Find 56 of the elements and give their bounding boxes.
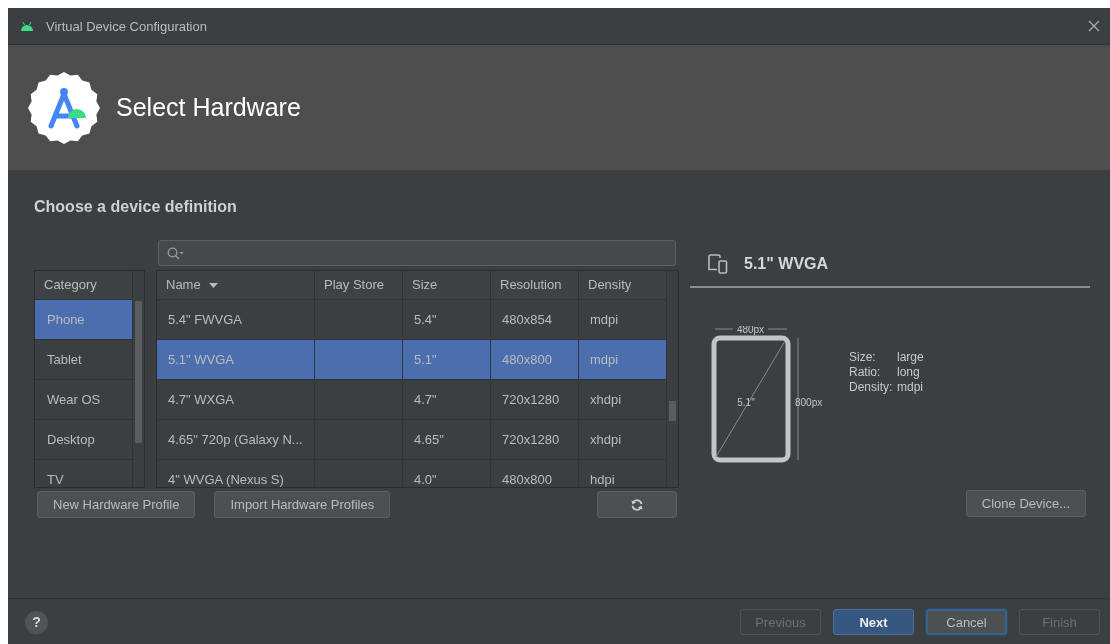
table-cell: 480x854 xyxy=(502,312,552,327)
refresh-button[interactable] xyxy=(597,491,677,518)
table-cell: xhdpi xyxy=(590,432,622,447)
spec-label: Size: xyxy=(849,350,877,364)
column-header[interactable]: Resolution xyxy=(491,271,579,299)
table-cell: 5.1" xyxy=(414,352,437,367)
table-cell: xhdpi xyxy=(590,392,622,407)
wizard-button[interactable]: Next xyxy=(833,609,914,635)
table-cell: 5.4" FWVGA xyxy=(168,312,242,327)
table-cell: 4.7" WXGA xyxy=(168,392,235,407)
refresh-icon xyxy=(631,498,643,511)
table-cell: hdpi xyxy=(590,472,615,487)
height-label: 800px xyxy=(795,397,823,408)
section-title: Choose a device definition xyxy=(34,198,238,217)
import-profiles-button[interactable]: Import Hardware Profiles xyxy=(214,491,391,518)
page-title: Select Hardware xyxy=(116,93,301,122)
search-field[interactable] xyxy=(158,240,676,266)
device-row[interactable]: 4.65" 720p (Galaxy N... 4.65" 720x1280 xhdpi xyxy=(157,420,667,460)
table-cell: 4.7" xyxy=(414,392,437,407)
table-cell: 480x800 xyxy=(502,472,552,487)
clone-device-button[interactable]: Clone Device... xyxy=(965,490,1086,517)
scrollbar-thumb[interactable] xyxy=(669,401,676,421)
table-cell: 5.1" WVGA xyxy=(168,352,235,367)
help-button[interactable]: ? xyxy=(25,610,48,634)
table-cell: 720x1280 xyxy=(502,392,560,407)
device-row[interactable]: 4.7" WXGA 4.7" 720x1280 xhdpi xyxy=(157,380,667,420)
sort-caret-icon xyxy=(208,282,218,288)
table-cell: 4.0" xyxy=(414,472,437,487)
search-icon xyxy=(167,246,184,260)
spec-label: Ratio: xyxy=(849,365,882,379)
spec-value: mdpi xyxy=(897,380,924,394)
diagonal-label: 5.1" xyxy=(737,397,755,408)
scrollbar-thumb[interactable] xyxy=(135,301,142,443)
spec-value: large xyxy=(897,350,924,364)
devices-icon xyxy=(708,254,728,274)
table-cell: mdpi xyxy=(590,312,619,327)
table-cell: 720x1280 xyxy=(502,432,560,447)
device-title: 5.1" WVGA xyxy=(744,255,829,273)
table-cell: 5.4" xyxy=(414,312,437,327)
spec-value: long xyxy=(897,365,921,379)
table-cell: 4.65" xyxy=(414,432,444,447)
table-cell: 4" WVGA (Nexus S) xyxy=(168,472,284,487)
android-head-icon xyxy=(20,21,34,31)
width-label: 480px xyxy=(736,326,765,335)
new-profile-button[interactable]: New Hardware Profile xyxy=(37,491,196,518)
column-header[interactable]: Play Store xyxy=(315,271,403,299)
app-logo-icon xyxy=(28,71,100,144)
table-cell: mdpi xyxy=(590,352,619,367)
column-header[interactable]: Name xyxy=(157,271,315,299)
close-icon[interactable] xyxy=(1088,20,1100,32)
table-cell: 480x800 xyxy=(502,352,552,367)
wizard-button[interactable]: Cancel xyxy=(926,609,1007,635)
window-title: Virtual Device Configuration xyxy=(46,18,208,34)
table-cell: 4.65" 720p (Galaxy N... xyxy=(168,432,303,447)
spec-label: Density: xyxy=(849,380,893,394)
column-header[interactable]: Size xyxy=(403,271,491,299)
